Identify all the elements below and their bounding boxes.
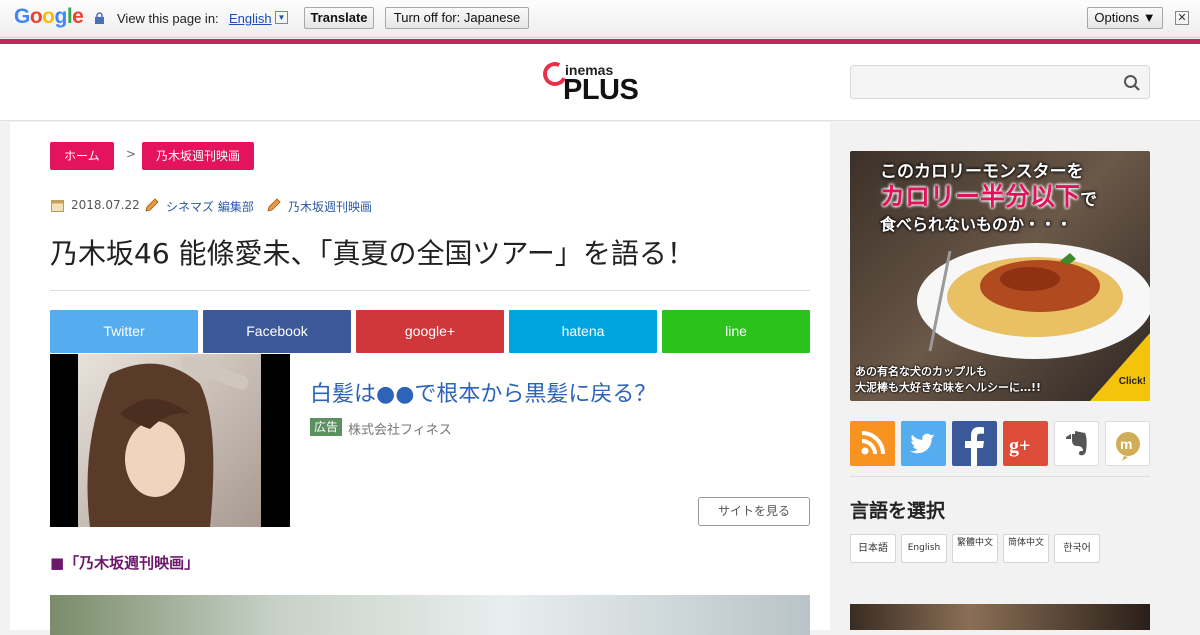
breadcrumb-separator: > xyxy=(126,147,137,161)
evernote-icon[interactable] xyxy=(1054,421,1099,466)
sidebar-ad-banner[interactable]: このカロリーモンスターを カロリー半分以下で 食べられないものか・・・ あの有名… xyxy=(850,151,1150,401)
rss-icon[interactable] xyxy=(850,421,895,466)
language-zh-cn-button[interactable]: 简体中文 xyxy=(1003,534,1049,563)
ad-visit-button[interactable]: サイトを見る xyxy=(698,497,810,526)
language-ja-button[interactable]: 日本語 xyxy=(850,534,896,563)
language-ko-button[interactable]: 한국어 xyxy=(1054,534,1100,563)
twitter-glyph xyxy=(910,433,935,454)
banner-line3: 食べられないものか・・・ xyxy=(880,215,1073,234)
google-logo-letter: G xyxy=(14,5,30,28)
svg-text:g+: g+ xyxy=(1009,435,1030,457)
language-en-button[interactable]: English xyxy=(901,534,947,563)
google-plus-icon[interactable]: g+ xyxy=(1003,421,1048,466)
svg-text:m: m xyxy=(1120,436,1132,452)
article-date: 2018.07.22 xyxy=(71,198,140,212)
facebook-icon[interactable] xyxy=(952,421,997,466)
language-heading: 言語を選択 xyxy=(850,500,946,522)
google-logo-letter: e xyxy=(72,5,84,28)
logo-bottom-text: PLUS xyxy=(563,74,639,106)
article-author[interactable]: シネマズ 編集部 xyxy=(166,198,254,215)
main-content: ホーム > 乃木坂週刊映画 2018.07.22 シネマズ 編集部 乃木坂週刊映… xyxy=(10,122,830,635)
google-plus-glyph: g+ xyxy=(1009,435,1030,457)
banner-click-label: Click! xyxy=(1118,376,1146,387)
breadcrumb-home[interactable]: ホーム xyxy=(50,142,114,170)
banner-line2-main: カロリー半分以下 xyxy=(880,182,1081,211)
share-googleplus-button[interactable]: google+ xyxy=(356,310,504,353)
language-zh-tw-button[interactable]: 繁體中文 xyxy=(952,534,998,563)
search-input[interactable] xyxy=(850,65,1150,99)
site-logo[interactable]: inemas PLUS xyxy=(539,58,643,108)
sidebar-divider xyxy=(850,476,1150,477)
evernote-glyph xyxy=(1066,431,1087,456)
translate-bar: Google View this page in: English ▼ Tran… xyxy=(0,0,1200,38)
title-divider xyxy=(50,290,810,291)
mixi-icon[interactable]: m xyxy=(1105,421,1150,466)
site-header: inemas PLUS xyxy=(0,44,1200,121)
google-logo-letter: o xyxy=(42,5,55,28)
ad-company: 株式会社フィネス xyxy=(348,423,452,438)
breadcrumb-current[interactable]: 乃木坂週刊映画 xyxy=(142,142,255,170)
banner-click-corner xyxy=(1090,333,1150,401)
search-icon[interactable] xyxy=(1123,74,1141,92)
ad-image[interactable] xyxy=(50,354,290,527)
share-line-button[interactable]: line xyxy=(662,310,810,353)
close-icon[interactable]: ✕ xyxy=(1175,11,1189,25)
article-title: 乃木坂46 能條愛未、「真夏の全国ツアー」を語る！ xyxy=(50,237,695,270)
google-logo: Google xyxy=(14,5,84,29)
sidebar-photo xyxy=(850,604,1150,630)
section-heading: ■「乃木坂週刊映画」 xyxy=(50,554,200,572)
pencil-icon xyxy=(145,198,159,212)
share-twitter-button[interactable]: Twitter xyxy=(50,310,198,353)
turn-off-button[interactable]: Turn off for: Japanese xyxy=(385,7,529,29)
article-category[interactable]: 乃木坂週刊映画 xyxy=(288,198,372,215)
mixi-glyph: m xyxy=(1116,432,1140,461)
article-photo xyxy=(50,595,810,635)
rss-glyph xyxy=(861,431,885,455)
facebook-glyph xyxy=(965,427,984,466)
calendar-icon xyxy=(51,200,64,212)
ad-photo-graphic xyxy=(78,354,261,527)
google-logo-letter: o xyxy=(29,5,43,28)
options-button[interactable]: Options ▼ xyxy=(1087,7,1163,29)
google-logo-letter: g xyxy=(54,5,68,28)
banner-line2: カロリー半分以下で xyxy=(880,177,1097,213)
language-dropdown-icon[interactable]: ▼ xyxy=(275,11,288,24)
language-link[interactable]: English xyxy=(229,11,272,26)
banner-bottom2: 大泥棒も大好きな味をヘルシーに…!! xyxy=(855,381,1042,394)
banner-line2-suffix: で xyxy=(1080,190,1098,210)
ad-title-link[interactable]: 白髪は●●で根本から黒髪に戻る？ xyxy=(310,376,656,408)
share-hatena-button[interactable]: hatena xyxy=(509,310,657,353)
ad-badge: 広告 xyxy=(310,418,343,436)
twitter-icon[interactable] xyxy=(901,421,946,466)
translate-prompt: View this page in: xyxy=(117,11,219,26)
banner-bottom1: あの有名な犬のカップルも xyxy=(855,365,987,378)
share-facebook-button[interactable]: Facebook xyxy=(203,310,351,353)
pencil-icon xyxy=(267,198,281,212)
lock-icon xyxy=(95,12,104,24)
translate-button[interactable]: Translate xyxy=(304,7,374,29)
